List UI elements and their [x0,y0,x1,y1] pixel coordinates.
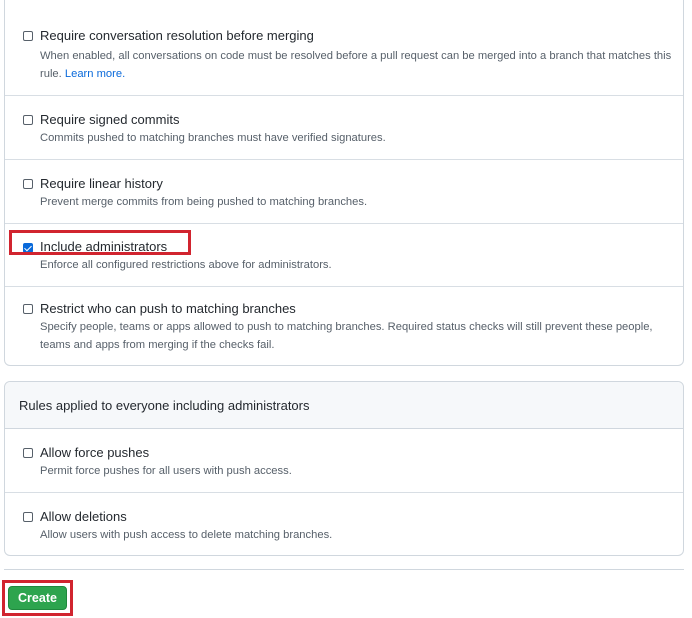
rule-allow-deletions: Allow deletions Allow users with push ac… [5,492,683,556]
require-conversation-resolution-checkbox[interactable] [23,31,33,41]
rule-description: Allow users with push access to delete m… [40,529,333,541]
require-linear-history-checkbox[interactable] [23,179,33,189]
rule-description: Specify people, teams or apps allowed to… [40,321,653,351]
rule-description: Prevent merge commits from being pushed … [40,196,368,208]
rule-label: Allow force pushes [40,445,150,460]
rule-label: Require signed commits [40,112,180,127]
rule-description: Commits pushed to matching branches must… [40,132,386,144]
restrict-push-checkbox[interactable] [23,304,33,314]
rule-restrict-push: Restrict who can push to matching branch… [5,286,683,367]
rule-description: Enforce all configured restrictions abov… [40,259,332,271]
rule-require-signed-commits: Require signed commits Commits pushed to… [5,95,683,160]
rule-require-linear-history: Require linear history Prevent merge com… [5,159,683,224]
rule-allow-force-pushes: Allow force pushes Permit force pushes f… [5,429,683,492]
learn-more-link[interactable]: Learn more. [65,68,125,80]
rule-description-text: When enabled, all conversations on code … [40,50,672,80]
rule-label: Allow deletions [40,509,127,524]
create-button[interactable]: Create [8,586,67,610]
require-signed-commits-checkbox[interactable] [23,115,33,125]
rule-label: Restrict who can push to matching branch… [40,301,296,316]
rule-description: Permit force pushes for all users with p… [40,465,292,477]
everyone-rules-panel: Rules applied to everyone including admi… [4,381,684,556]
include-administrators-highlight [9,230,191,255]
form-divider [4,569,684,570]
create-button-highlight: Create [2,580,73,616]
rule-require-conversation-resolution: Require conversation resolution before m… [5,0,683,95]
everyone-rules-header: Rules applied to everyone including admi… [5,382,683,429]
rule-label: Require linear history [40,176,163,191]
rule-label: Require conversation resolution before m… [40,28,314,43]
allow-deletions-checkbox[interactable] [23,512,33,522]
branch-protection-rules-panel: Require conversation resolution before m… [4,0,684,366]
rule-description: When enabled, all conversations on code … [40,47,673,83]
everyone-rules-title: Rules applied to everyone including admi… [19,398,310,413]
allow-force-pushes-checkbox[interactable] [23,448,33,458]
